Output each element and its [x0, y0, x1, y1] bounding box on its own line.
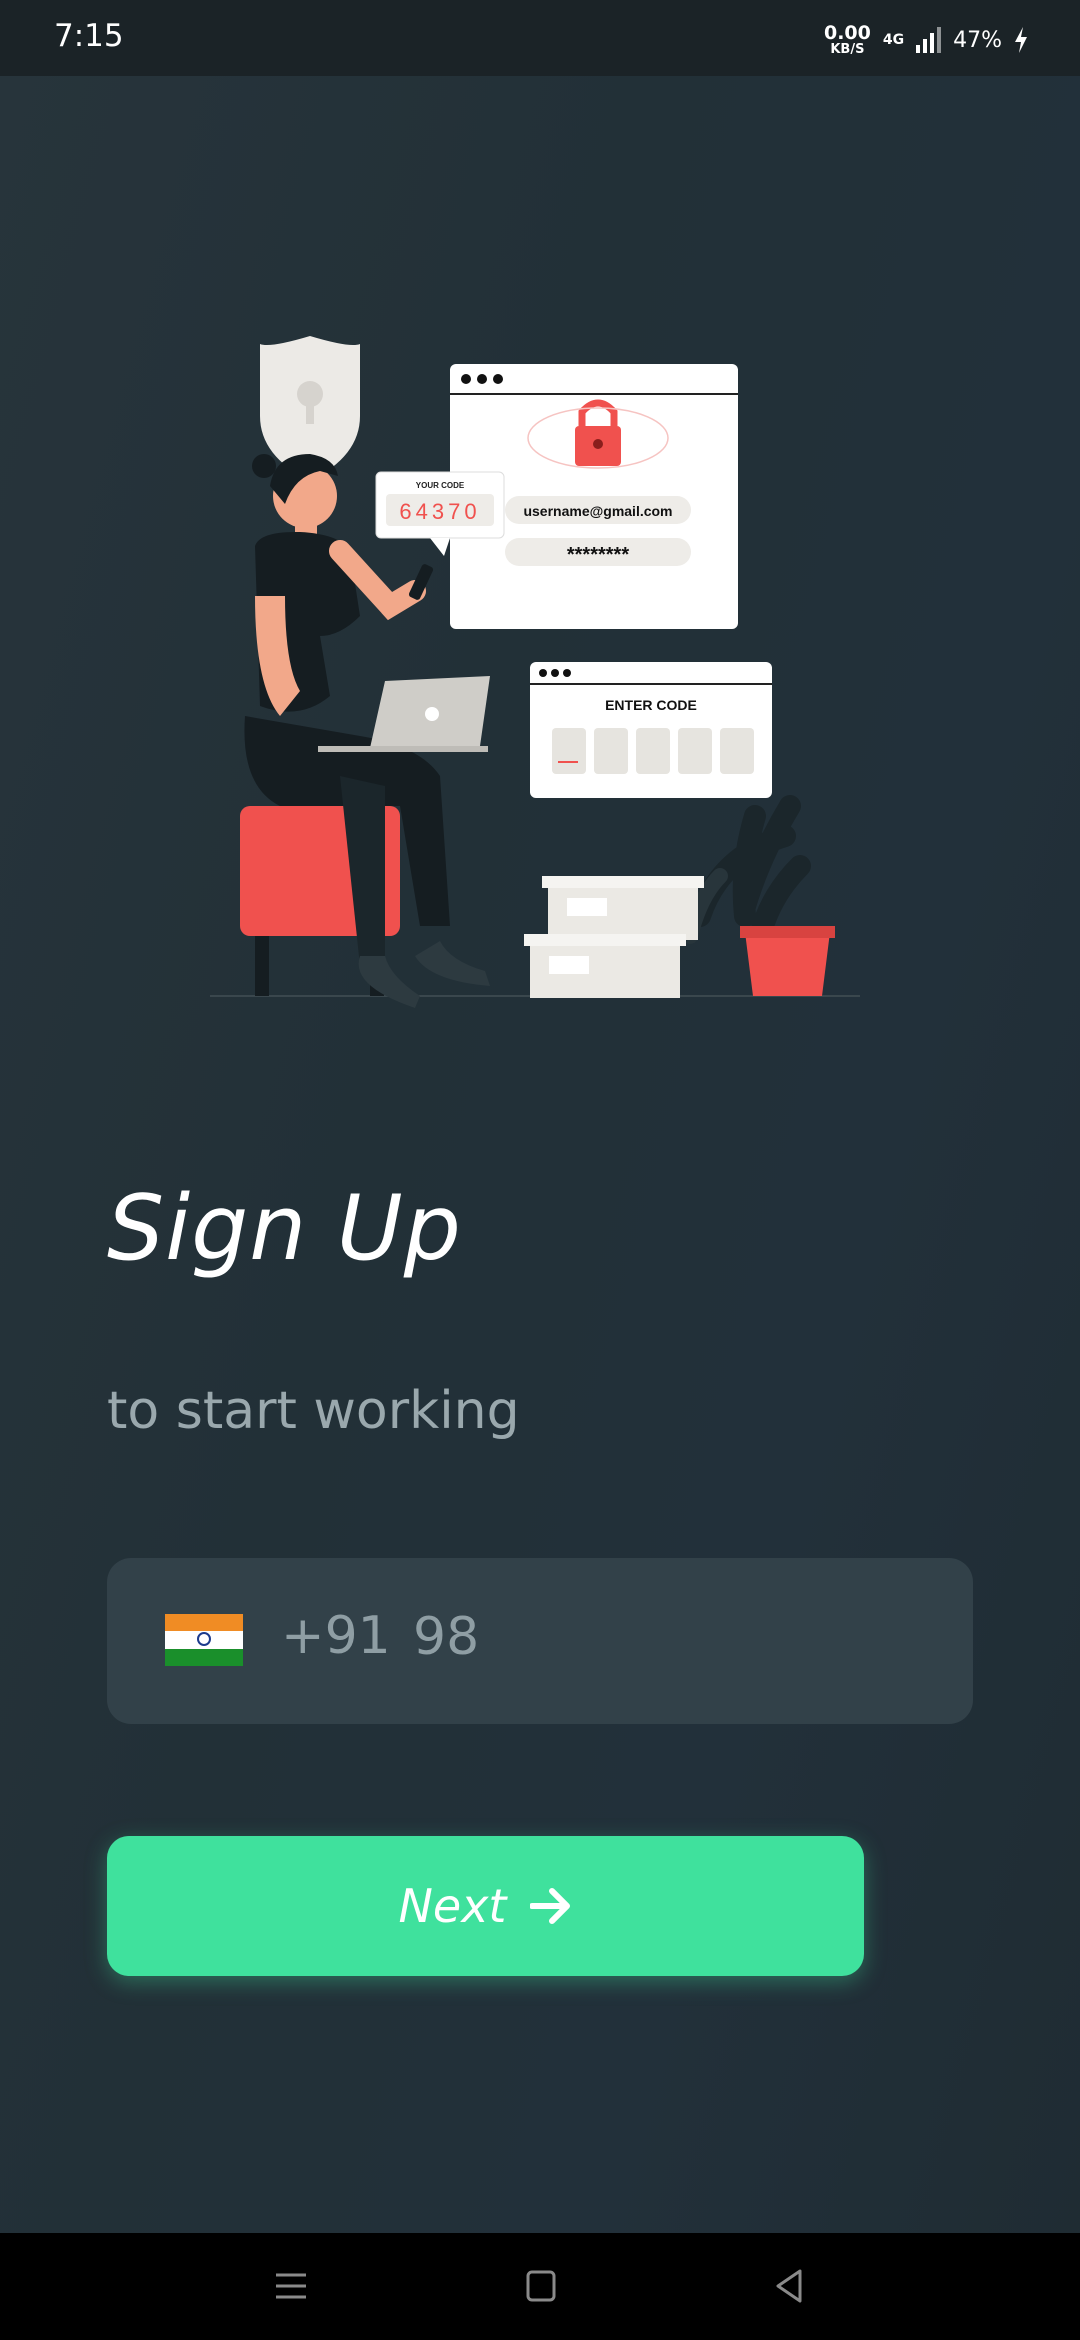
- enter-code-title: ENTER CODE: [605, 697, 697, 713]
- phone-number-input[interactable]: [411, 1606, 915, 1668]
- arrow-right-icon: [530, 1888, 571, 1924]
- battery-percent: 47%: [953, 27, 1002, 53]
- next-button-label: Next: [398, 1879, 507, 1933]
- your-code-value: 64370: [399, 499, 480, 524]
- page-title: Sign Up: [107, 1176, 462, 1281]
- network-speed-value: 0.00: [823, 22, 871, 44]
- security-illustration: username@gmail.com ******** YOUR CODE 64…: [210, 336, 860, 1008]
- phone-input-container[interactable]: +91: [107, 1558, 973, 1724]
- recent-apps-icon[interactable]: [266, 2261, 316, 2311]
- home-icon[interactable]: [516, 2261, 566, 2311]
- status-bar: 7:15 0.00 KB/S 4G 47%: [0, 0, 1080, 76]
- signal-icon: [916, 27, 942, 53]
- charging-icon: [1015, 27, 1027, 53]
- signup-screen: username@gmail.com ******** YOUR CODE 64…: [0, 76, 1080, 2233]
- network-speed: 0.00 KB/S: [823, 22, 871, 57]
- status-time: 7:15: [54, 18, 124, 54]
- network-type: 4G: [882, 32, 905, 48]
- back-icon[interactable]: [764, 2261, 814, 2311]
- india-flag-icon[interactable]: [165, 1614, 243, 1666]
- page-subtitle: to start working: [107, 1381, 520, 1441]
- your-code-title: YOUR CODE: [416, 481, 465, 490]
- network-speed-unit: KB/S: [830, 42, 865, 57]
- status-icons: 0.00 KB/S 4G 47%: [824, 20, 1028, 60]
- username-text: username@gmail.com: [523, 503, 672, 519]
- country-code[interactable]: +91: [281, 1606, 391, 1666]
- next-button[interactable]: Next: [107, 1836, 864, 1976]
- password-text: ********: [567, 544, 629, 566]
- system-nav-bar: [0, 2233, 1080, 2340]
